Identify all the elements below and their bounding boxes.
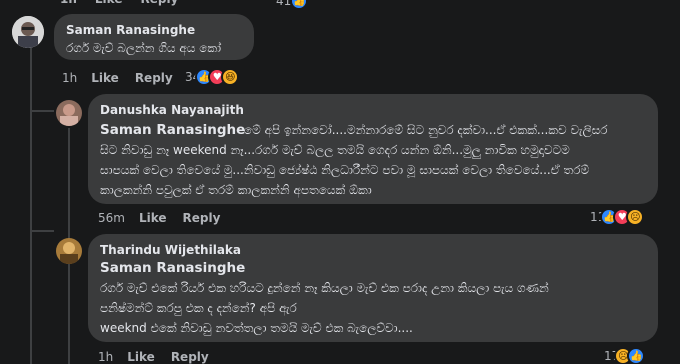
avatar-image: [56, 238, 82, 264]
comment-text-line: සාපයක් වෙලා තිවෙයේ මු...නිවාඩු ජ්‍යේෂ්ඨ …: [100, 163, 590, 177]
reaction-summary[interactable]: 11 👍 ♥ ☹: [590, 208, 645, 226]
comment-time[interactable]: 1h: [62, 71, 77, 85]
mention-tag[interactable]: Saman Ranasinghe: [100, 258, 646, 278]
avatar[interactable]: [56, 100, 82, 126]
comment-text-line: පනිෂ්මන්ට් කරපු එක ද දන්නේ? අපි ඇර: [100, 301, 297, 315]
comment-text: රගර් මැච් බලන්න ගිය අය කෝ: [66, 38, 242, 58]
top-like-button[interactable]: Like: [95, 0, 123, 8]
comment-actions: 1h Like Reply: [62, 71, 189, 85]
comment-bubble: Tharindu Wijethilaka Saman Ranasinghe රග…: [88, 234, 658, 342]
top-reaction-count: 41: [276, 0, 292, 8]
comment-text-line: සිට නිවාඩු නෑ weekend නෑ...රගර් මැච් බලල…: [100, 143, 570, 157]
reply-button[interactable]: Reply: [135, 71, 173, 85]
comment-text-line: රගර් මැච් එකේ රියර් එක හරියට දුන්නේ නෑ ක…: [100, 281, 549, 295]
avatar-image: [56, 100, 82, 126]
comment-text-line: රගර් මැච් බලන්න ගිය අය කෝ: [66, 41, 222, 55]
reply-button[interactable]: Reply: [183, 211, 221, 225]
top-time: 1h: [60, 0, 77, 8]
comment-bubble: Danushka Nayanajith Saman Ranasinghe මේ …: [88, 94, 658, 204]
comment-text-line: මේ අපි ඉන්නවෝ....මන්නාරමේ සිට නුවර දක්වා…: [244, 123, 608, 137]
avatar-image: [12, 16, 44, 48]
comment-actions: 56m Like Reply: [98, 211, 236, 225]
avatar[interactable]: [56, 238, 82, 264]
comment-text: මේ අපි ඉන්නවෝ....මන්නාරමේ සිට නුවර දක්වා…: [100, 120, 648, 200]
comment-time[interactable]: 56m: [98, 211, 125, 225]
comment-author[interactable]: Saman Ranasinghe: [66, 22, 242, 38]
comment-time[interactable]: 1h: [98, 350, 113, 364]
thread-line-branch-2: [30, 230, 54, 232]
comment-text-line: weeknd එකේ නිවාඩු නවත්තලා තමයි මැච් එක බ…: [100, 321, 413, 335]
haha-icon: 😆: [221, 68, 240, 86]
top-reply-button[interactable]: Reply: [140, 0, 178, 8]
like-button[interactable]: Like: [91, 71, 119, 85]
reply-button[interactable]: Reply: [171, 350, 209, 364]
comment-bubble: Saman Ranasinghe රගර් මැච් බලන්න ගිය අය …: [54, 14, 254, 60]
comment-actions: 1h Like Reply: [98, 350, 225, 364]
comment-text-line: කාලකන්නි පවුලක් ඒ තරම් කාලකන්නි අපතයෙක් …: [100, 183, 372, 197]
avatar[interactable]: [12, 16, 44, 48]
top-reaction-count-wrap[interactable]: 41 👍: [276, 0, 309, 10]
reaction-summary[interactable]: 17 ☹ 👍: [604, 347, 646, 364]
comment-author[interactable]: Danushka Nayanajith: [100, 102, 646, 118]
like-icon: 👍: [627, 347, 646, 364]
top-partial-actions: 1h Like Reply: [60, 0, 178, 8]
like-button[interactable]: Like: [139, 211, 167, 225]
sad-icon: ☹: [626, 208, 645, 226]
like-button[interactable]: Like: [127, 350, 155, 364]
reaction-summary[interactable]: 34 👍 ♥ 😆: [185, 68, 240, 86]
like-icon: 👍: [290, 0, 309, 10]
comment-author[interactable]: Tharindu Wijethilaka: [100, 242, 646, 258]
thread-line-branch-1-h: [30, 110, 54, 112]
comment-text: රගර් මැච් එකේ රියර් එක හරියට දුන්නේ නෑ ක…: [100, 278, 648, 338]
